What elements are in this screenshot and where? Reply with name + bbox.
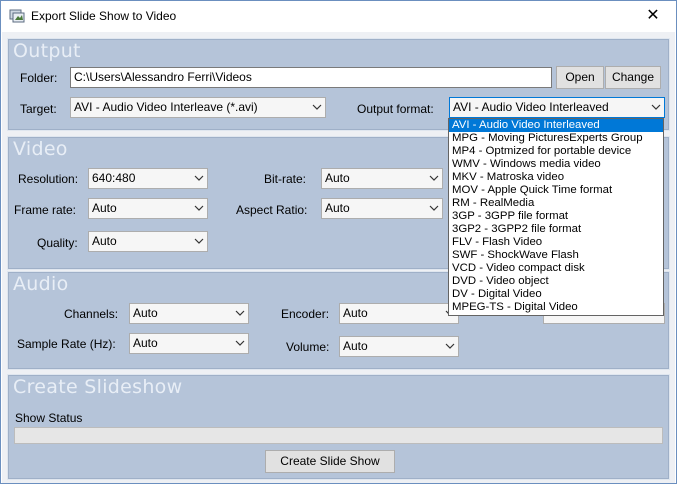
output-format-option[interactable]: DV - Digital Video bbox=[449, 288, 663, 301]
video-group-title: Video bbox=[13, 138, 68, 160]
quality-select[interactable]: Auto bbox=[88, 231, 208, 252]
open-button[interactable]: Open bbox=[556, 66, 604, 89]
channels-label: Channels: bbox=[64, 307, 119, 321]
output-format-option[interactable]: 3GP - 3GPP file format bbox=[449, 210, 663, 223]
bitrate-select[interactable]: Auto bbox=[321, 168, 443, 189]
output-group-title: Output bbox=[13, 40, 81, 62]
close-button[interactable]: ✕ bbox=[630, 1, 676, 31]
output-format-option[interactable]: MPEG-TS - Digital Video bbox=[449, 301, 663, 314]
folder-path-field[interactable]: C:\Users\Alessandro Ferri\Videos bbox=[70, 67, 552, 88]
chevron-down-icon bbox=[194, 172, 204, 184]
export-dialog-window: Export Slide Show to Video ✕ Output Fold… bbox=[0, 0, 677, 484]
dialog-body: Output Folder: C:\Users\Alessandro Ferri… bbox=[2, 32, 675, 483]
volume-label: Volume: bbox=[286, 340, 330, 354]
bitrate-value: Auto bbox=[325, 171, 350, 185]
output-format-option[interactable]: MPG - Moving PicturesExperts Group bbox=[449, 132, 663, 145]
title-bar: Export Slide Show to Video ✕ bbox=[1, 1, 676, 32]
output-format-option[interactable]: VCD - Video compact disk bbox=[449, 262, 663, 275]
resolution-select[interactable]: 640:480 bbox=[88, 168, 208, 189]
framerate-select[interactable]: Auto bbox=[88, 198, 208, 219]
framerate-value: Auto bbox=[92, 201, 117, 215]
output-format-value: AVI - Audio Video Interleaved bbox=[453, 100, 609, 114]
output-format-option[interactable]: 3GP2 - 3GPP2 file format bbox=[449, 223, 663, 236]
sample-rate-value: Auto bbox=[133, 336, 158, 350]
slideshow-app-icon bbox=[9, 9, 25, 23]
output-format-dropdown-list[interactable]: AVI - Audio Video Interleaved MPG - Movin… bbox=[448, 118, 664, 316]
output-format-option[interactable]: FLV - Flash Video bbox=[449, 236, 663, 249]
output-format-option[interactable]: MP4 - Optmized for portable device bbox=[449, 145, 663, 158]
channels-select[interactable]: Auto bbox=[129, 303, 249, 324]
output-format-option[interactable]: SWF - ShockWave Flash bbox=[449, 249, 663, 262]
create-slide-show-button[interactable]: Create Slide Show bbox=[265, 450, 395, 473]
output-format-select[interactable]: AVI - Audio Video Interleaved bbox=[449, 97, 665, 118]
target-select-value: AVI - Audio Video Interleave (*.avi) bbox=[74, 100, 258, 114]
chevron-down-icon bbox=[429, 172, 439, 184]
bitrate-label: Bit-rate: bbox=[264, 172, 307, 186]
output-format-option[interactable]: RM - RealMedia bbox=[449, 197, 663, 210]
output-format-option[interactable]: MKV - Matroska video bbox=[449, 171, 663, 184]
sample-rate-label: Sample Rate (Hz): bbox=[17, 337, 116, 351]
chevron-down-icon bbox=[235, 337, 245, 349]
volume-value: Auto bbox=[343, 339, 368, 353]
quality-label: Quality: bbox=[37, 236, 78, 250]
target-select[interactable]: AVI - Audio Video Interleave (*.avi) bbox=[70, 97, 326, 118]
show-status-progress-bar bbox=[14, 427, 663, 444]
encoder-value: Auto bbox=[343, 306, 368, 320]
change-button[interactable]: Change bbox=[605, 66, 661, 89]
volume-select[interactable]: Auto bbox=[339, 336, 459, 357]
chevron-down-icon bbox=[194, 202, 204, 214]
chevron-down-icon bbox=[235, 307, 245, 319]
framerate-label: Frame rate: bbox=[14, 203, 77, 217]
chevron-down-icon bbox=[312, 101, 322, 113]
output-format-option[interactable]: AVI - Audio Video Interleaved bbox=[449, 119, 663, 132]
output-format-label: Output format: bbox=[357, 102, 434, 116]
resolution-label: Resolution: bbox=[18, 172, 79, 186]
resolution-value: 640:480 bbox=[92, 171, 136, 185]
chevron-down-icon bbox=[194, 235, 204, 247]
create-slideshow-group-title: Create Slideshow bbox=[13, 376, 183, 398]
encoder-label: Encoder: bbox=[281, 307, 330, 321]
chevron-down-icon bbox=[429, 202, 439, 214]
output-format-option[interactable]: DVD - Video object bbox=[449, 275, 663, 288]
chevron-down-icon bbox=[651, 101, 661, 113]
show-status-label: Show Status bbox=[15, 411, 83, 425]
aspect-ratio-value: Auto bbox=[325, 201, 350, 215]
encoder-select[interactable]: Auto bbox=[339, 303, 459, 324]
aspect-ratio-label: Aspect Ratio: bbox=[236, 203, 308, 217]
sample-rate-select[interactable]: Auto bbox=[129, 333, 249, 354]
create-slideshow-group: Create Slideshow Show Status Create Slid… bbox=[7, 374, 670, 480]
chevron-down-icon bbox=[445, 340, 455, 352]
folder-label: Folder: bbox=[20, 71, 58, 85]
quality-value: Auto bbox=[92, 234, 117, 248]
channels-value: Auto bbox=[133, 306, 158, 320]
audio-group-title: Audio bbox=[13, 273, 69, 295]
window-title: Export Slide Show to Video bbox=[31, 9, 177, 23]
close-icon: ✕ bbox=[646, 7, 660, 24]
output-format-option[interactable]: WMV - Windows media video bbox=[449, 158, 663, 171]
aspect-ratio-select[interactable]: Auto bbox=[321, 198, 443, 219]
target-label: Target: bbox=[20, 102, 57, 116]
output-format-option[interactable]: MOV - Apple Quick Time format bbox=[449, 184, 663, 197]
